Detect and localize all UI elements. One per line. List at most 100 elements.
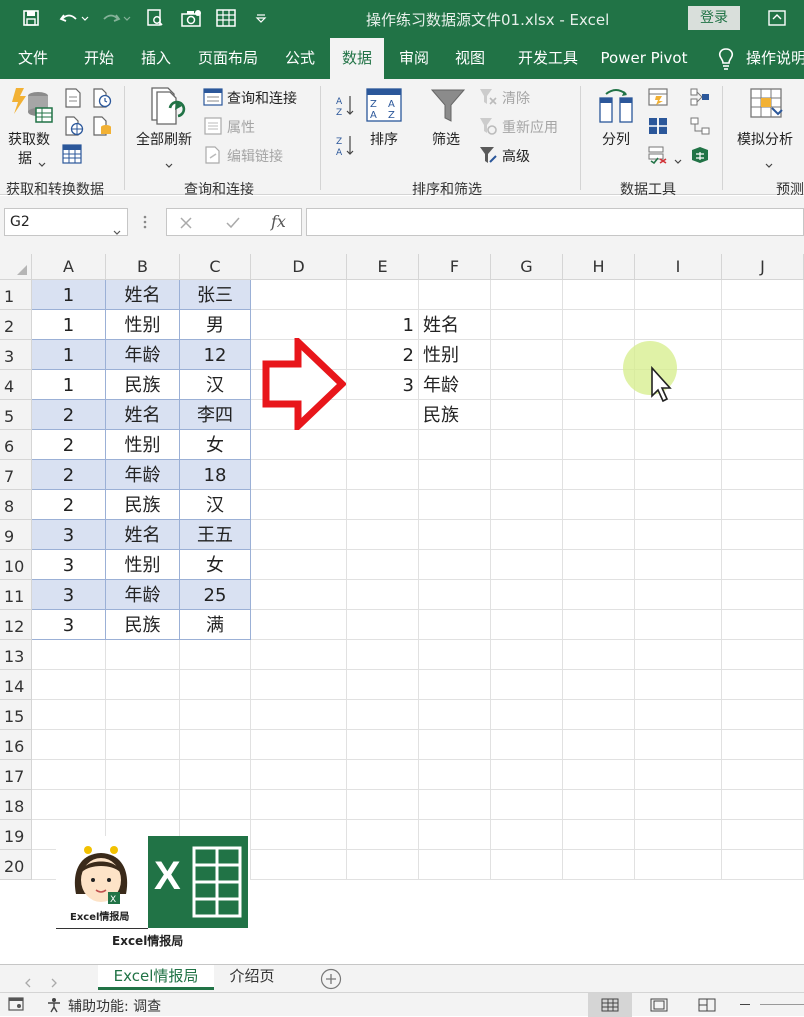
cell[interactable]	[419, 640, 491, 670]
cell[interactable]	[635, 490, 722, 520]
flash-fill-icon[interactable]	[648, 88, 668, 110]
table-cell[interactable]: 性别	[106, 430, 180, 460]
column-header-f[interactable]: F	[419, 254, 491, 280]
row-header-4[interactable]: 4	[0, 370, 32, 400]
cell[interactable]	[251, 520, 347, 550]
cell[interactable]	[635, 760, 722, 790]
cell[interactable]	[347, 460, 419, 490]
get-data-label[interactable]: 获取数	[8, 129, 50, 149]
table-cell[interactable]: 民族	[106, 490, 180, 520]
table-cell[interactable]: 李四	[180, 400, 251, 430]
cell[interactable]	[251, 610, 347, 640]
row-header-1[interactable]: 1	[0, 280, 32, 310]
tab-power-pivot[interactable]: Power Pivot	[596, 38, 692, 79]
zoom-slider[interactable]	[760, 1004, 804, 1005]
cell[interactable]	[722, 850, 804, 880]
print-preview-icon[interactable]	[144, 7, 166, 29]
sort-ascending-icon[interactable]: AZ	[336, 94, 356, 120]
cell[interactable]	[491, 730, 563, 760]
table-cell[interactable]: 女	[180, 550, 251, 580]
table-cell[interactable]: 2	[32, 490, 106, 520]
what-if-analysis-label[interactable]: 模拟分析	[737, 129, 793, 149]
table-cell[interactable]: 性别	[106, 310, 180, 340]
cell[interactable]	[419, 520, 491, 550]
cell[interactable]	[180, 640, 251, 670]
column-header-e[interactable]: E	[347, 254, 419, 280]
table-cell[interactable]: 姓名	[106, 400, 180, 430]
relationships-icon[interactable]	[690, 117, 710, 139]
sheet-tab-active[interactable]: Excel情报局	[98, 965, 214, 990]
table-cell[interactable]: 3	[32, 580, 106, 610]
cell[interactable]	[491, 700, 563, 730]
cell[interactable]	[32, 730, 106, 760]
formula-input[interactable]	[306, 208, 804, 236]
cell[interactable]	[491, 490, 563, 520]
cell[interactable]	[180, 760, 251, 790]
row-header-19[interactable]: 19	[0, 820, 32, 850]
scroll-right-icon[interactable]	[50, 973, 58, 992]
cell[interactable]	[419, 580, 491, 610]
cell[interactable]	[347, 490, 419, 520]
cell[interactable]	[635, 850, 722, 880]
column-header-d[interactable]: D	[251, 254, 347, 280]
table-cell[interactable]: 年龄	[106, 340, 180, 370]
cell[interactable]	[106, 670, 180, 700]
cell[interactable]	[563, 790, 635, 820]
cell[interactable]	[563, 460, 635, 490]
refresh-all-icon[interactable]	[148, 86, 188, 130]
queries-connections-label[interactable]: 查询和连接	[227, 88, 297, 108]
row-header-18[interactable]: 18	[0, 790, 32, 820]
result-number-cell[interactable]: 3	[347, 370, 419, 400]
row-header-12[interactable]: 12	[0, 610, 32, 640]
cell[interactable]	[251, 550, 347, 580]
result-number-cell[interactable]: 2	[347, 340, 419, 370]
cell[interactable]	[563, 490, 635, 520]
cell[interactable]	[419, 280, 491, 310]
cell[interactable]	[635, 430, 722, 460]
result-field-cell[interactable]: 民族	[419, 400, 491, 430]
scroll-left-icon[interactable]	[24, 973, 32, 992]
table-cell[interactable]: 1	[32, 340, 106, 370]
from-table-icon[interactable]	[62, 144, 82, 168]
table-cell[interactable]: 2	[32, 430, 106, 460]
cell[interactable]	[106, 730, 180, 760]
cell[interactable]	[419, 460, 491, 490]
cell[interactable]	[635, 730, 722, 760]
insert-function-icon[interactable]: fx	[271, 212, 286, 231]
cell[interactable]	[491, 820, 563, 850]
cell[interactable]	[722, 640, 804, 670]
cell[interactable]	[635, 520, 722, 550]
cell[interactable]	[635, 790, 722, 820]
clear-filter-icon[interactable]	[479, 88, 497, 110]
cell[interactable]	[32, 760, 106, 790]
column-header-b[interactable]: B	[106, 254, 180, 280]
cell[interactable]	[563, 520, 635, 550]
cell[interactable]	[722, 370, 804, 400]
cell[interactable]	[563, 760, 635, 790]
tab-home[interactable]: 开始	[72, 38, 126, 79]
cell[interactable]	[491, 640, 563, 670]
enter-icon[interactable]	[225, 215, 241, 234]
sort-descending-icon[interactable]: ZA	[336, 134, 356, 160]
tab-page-layout[interactable]: 页面布局	[188, 38, 268, 79]
tab-view[interactable]: 视图	[444, 38, 496, 79]
cell[interactable]	[180, 670, 251, 700]
add-sheet-icon[interactable]	[320, 968, 342, 994]
cell[interactable]	[106, 640, 180, 670]
sort-label[interactable]: 排序	[370, 129, 398, 149]
column-header-g[interactable]: G	[491, 254, 563, 280]
cell[interactable]	[419, 430, 491, 460]
cell[interactable]	[722, 700, 804, 730]
row-header-16[interactable]: 16	[0, 730, 32, 760]
cell[interactable]	[722, 490, 804, 520]
result-number-cell[interactable]: 1	[347, 310, 419, 340]
cell[interactable]	[32, 790, 106, 820]
cell[interactable]	[563, 730, 635, 760]
cell[interactable]	[563, 280, 635, 310]
column-header-j[interactable]: J	[722, 254, 804, 280]
get-data-label-2[interactable]: 据	[18, 148, 32, 168]
table-cell[interactable]: 2	[32, 400, 106, 430]
cell[interactable]	[106, 790, 180, 820]
cell[interactable]	[419, 730, 491, 760]
row-header-20[interactable]: 20	[0, 850, 32, 880]
